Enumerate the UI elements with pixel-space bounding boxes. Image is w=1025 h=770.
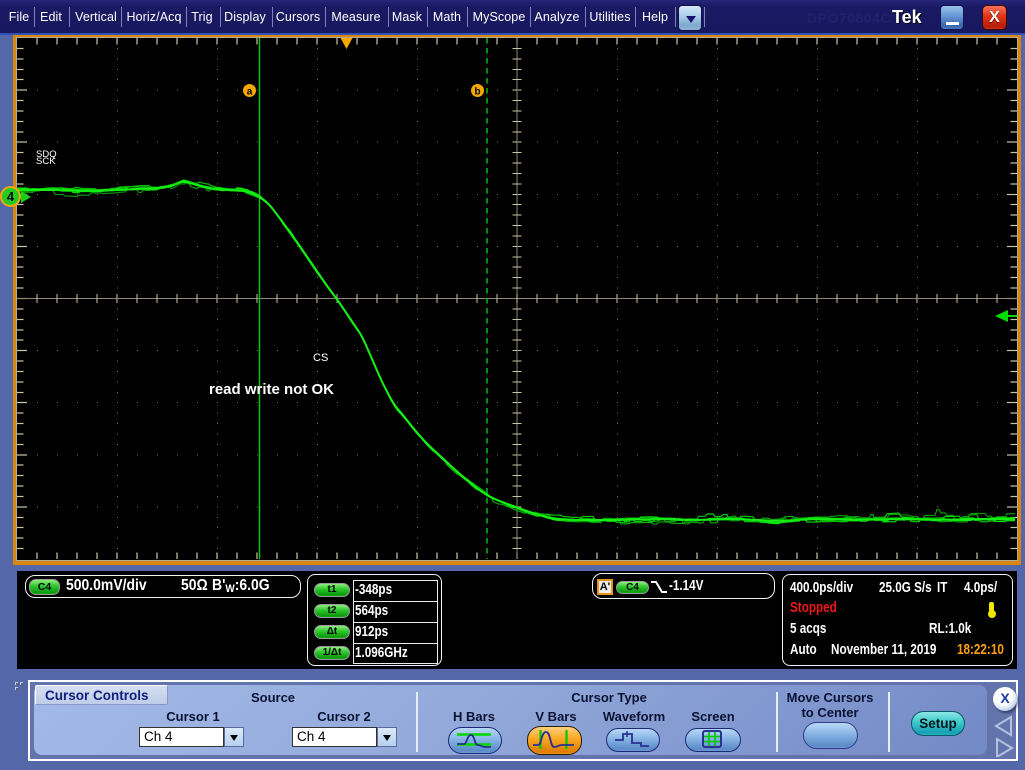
- svg-text:CS: CS: [313, 352, 328, 364]
- svg-text:SCK: SCK: [36, 156, 56, 167]
- svg-text:b: b: [474, 87, 480, 98]
- svg-text:read write not OK: read write not OK: [209, 381, 334, 398]
- svg-text:a: a: [247, 87, 253, 98]
